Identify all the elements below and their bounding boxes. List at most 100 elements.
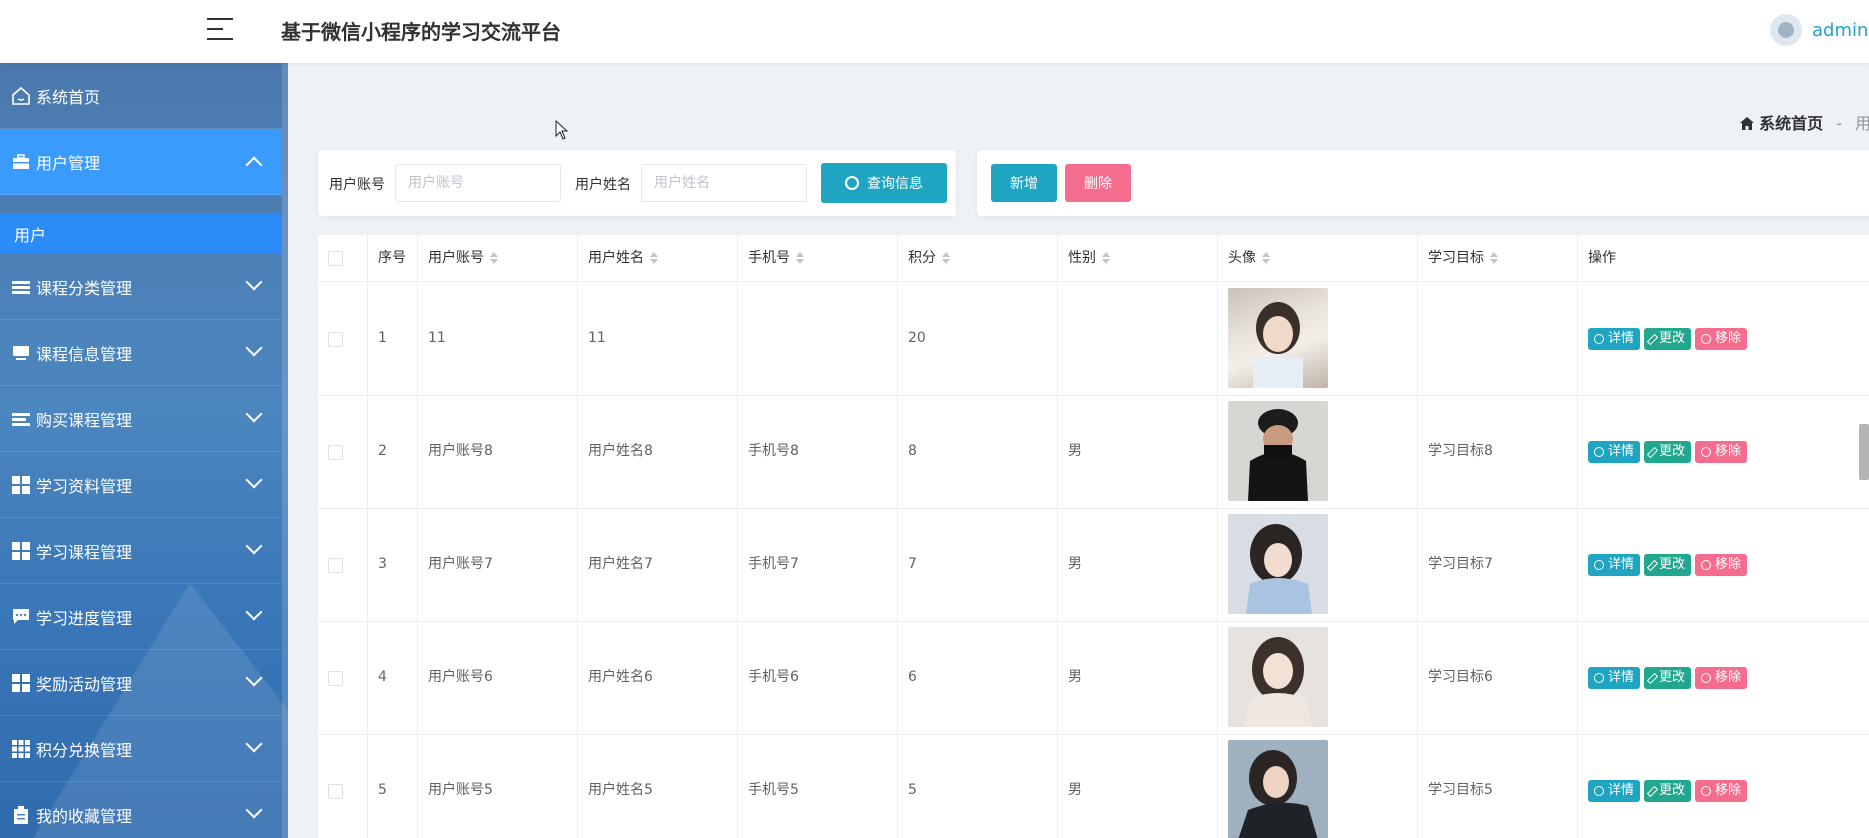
action-panel: 新增 删除 <box>977 150 1869 216</box>
sort-icon[interactable] <box>490 252 498 264</box>
edit-button[interactable]: 更改 <box>1644 780 1692 802</box>
edit-button[interactable]: 更改 <box>1644 667 1692 689</box>
header-points[interactable]: 积分 <box>898 235 1058 281</box>
user-photo[interactable] <box>1228 740 1328 838</box>
cell-gender <box>1058 282 1218 395</box>
sort-icon[interactable] <box>1262 252 1270 264</box>
header-gender[interactable]: 性别 <box>1058 235 1218 281</box>
user-photo[interactable] <box>1228 514 1328 614</box>
user-name[interactable]: admin <box>1812 20 1868 41</box>
menu-toggle-icon[interactable] <box>207 16 233 42</box>
pencil-icon <box>1646 785 1659 797</box>
sidebar-item-study-progress[interactable]: 学习进度管理 <box>0 584 282 650</box>
user-photo[interactable] <box>1228 288 1328 388</box>
sidebar-item-points-exchange[interactable]: 积分兑换管理 <box>0 716 282 782</box>
cell-name: 用户姓名8 <box>578 395 738 508</box>
breadcrumb-home[interactable]: 系统首页 <box>1759 114 1823 133</box>
search-icon <box>1594 560 1604 570</box>
row-checkbox[interactable] <box>328 784 343 799</box>
sidebar-subitem-user[interactable]: 用户 <box>0 214 282 254</box>
chevron-down-icon <box>245 801 263 819</box>
select-all-checkbox[interactable] <box>328 251 343 266</box>
row-actions: 详情 更改 移除 <box>1588 441 1748 463</box>
sort-icon[interactable] <box>1490 252 1498 264</box>
sidebar-item-course-category[interactable]: 课程分类管理 <box>0 254 282 320</box>
query-button[interactable]: 查询信息 <box>821 163 947 203</box>
sidebar-item-home[interactable]: 系统首页 <box>0 63 282 129</box>
user-photo[interactable] <box>1228 401 1328 501</box>
cell-no: 1 <box>368 282 418 395</box>
detail-button[interactable]: 详情 <box>1588 328 1641 350</box>
edit-button[interactable]: 更改 <box>1644 328 1692 350</box>
name-search-input[interactable] <box>641 164 807 202</box>
header-avatar[interactable]: 头像 <box>1218 235 1418 281</box>
table-row: 4 用户账号6 用户姓名6 手机号6 6 男 学习目标6 详情 更改 移除 <box>318 621 1869 735</box>
sidebar-item-reward-activity[interactable]: 奖励活动管理 <box>0 650 282 716</box>
sidebar-item-purchase-course[interactable]: 购买课程管理 <box>0 386 282 452</box>
page-scrollbar[interactable] <box>1859 424 1869 480</box>
user-photo[interactable] <box>1228 627 1328 727</box>
close-circle-icon <box>1701 560 1712 570</box>
sort-icon[interactable] <box>796 252 804 264</box>
select-all-cell <box>318 235 368 281</box>
sort-icon[interactable] <box>1102 252 1110 264</box>
header-label: 手机号 <box>748 250 790 266</box>
sidebar-item-study-course[interactable]: 学习课程管理 <box>0 518 282 584</box>
detail-label: 详情 <box>1608 331 1635 346</box>
sort-icon[interactable] <box>650 252 658 264</box>
chevron-down-icon <box>245 669 263 687</box>
delete-button[interactable]: 删除 <box>1065 164 1131 202</box>
remove-button[interactable]: 移除 <box>1695 328 1748 350</box>
remove-button[interactable]: 移除 <box>1695 441 1748 463</box>
row-checkbox[interactable] <box>328 558 343 573</box>
detail-button[interactable]: 详情 <box>1588 441 1641 463</box>
grid-icon <box>10 474 32 496</box>
sidebar: 系统首页 用户管理 用户 课程分类管理 课程信息管理 购买课程管理 学习资料管理… <box>0 63 288 838</box>
detail-button[interactable]: 详情 <box>1588 667 1641 689</box>
sidebar-item-my-favorites[interactable]: 我的收藏管理 <box>0 782 282 838</box>
search-icon <box>1594 447 1604 457</box>
sort-icon[interactable] <box>942 252 950 264</box>
detail-button[interactable]: 详情 <box>1588 554 1641 576</box>
remove-label: 移除 <box>1715 670 1742 685</box>
sidebar-item-label: 我的收藏管理 <box>36 806 133 826</box>
cell-goal: 学习目标5 <box>1418 734 1578 838</box>
edit-button[interactable]: 更改 <box>1644 441 1692 463</box>
header-phone[interactable]: 手机号 <box>738 235 898 281</box>
row-checkbox[interactable] <box>328 671 343 686</box>
add-button[interactable]: 新增 <box>991 164 1057 202</box>
user-menu[interactable]: admin <box>1770 14 1868 46</box>
chevron-up-icon <box>245 156 263 174</box>
account-search-input[interactable] <box>395 164 561 202</box>
cell-avatar <box>1218 508 1418 621</box>
header-goal[interactable]: 学习目标 <box>1418 235 1578 281</box>
cell-phone: 手机号7 <box>738 508 898 621</box>
row-actions: 详情 更改 移除 <box>1588 780 1748 802</box>
avatar[interactable] <box>1770 14 1802 46</box>
search-icon <box>1594 786 1604 796</box>
cell-gender: 男 <box>1058 621 1218 734</box>
table-row: 2 用户账号8 用户姓名8 手机号8 8 男 学习目标8 详情 更改 移除 <box>318 395 1869 509</box>
cell-avatar <box>1218 734 1418 838</box>
chevron-down-icon <box>245 273 263 291</box>
cell-gender: 男 <box>1058 395 1218 508</box>
detail-button[interactable]: 详情 <box>1588 780 1641 802</box>
header-name[interactable]: 用户姓名 <box>578 235 738 281</box>
close-circle-icon <box>1701 447 1712 457</box>
cell-avatar <box>1218 621 1418 734</box>
header-no: 序号 <box>368 235 418 281</box>
sidebar-item-study-material[interactable]: 学习资料管理 <box>0 452 282 518</box>
remove-button[interactable]: 移除 <box>1695 554 1748 576</box>
remove-button[interactable]: 移除 <box>1695 780 1748 802</box>
cell-phone: 手机号8 <box>738 395 898 508</box>
sidebar-item-course-info[interactable]: 课程信息管理 <box>0 320 282 386</box>
account-label: 用户账号 <box>329 177 385 193</box>
row-checkbox[interactable] <box>328 445 343 460</box>
sidebar-item-user-management[interactable]: 用户管理 <box>0 129 282 195</box>
remove-button[interactable]: 移除 <box>1695 667 1748 689</box>
row-checkbox[interactable] <box>328 332 343 347</box>
sidebar-scrollbar[interactable] <box>282 63 288 838</box>
edit-button[interactable]: 更改 <box>1644 554 1692 576</box>
header-account[interactable]: 用户账号 <box>418 235 578 281</box>
user-table: 序号 用户账号 用户姓名 手机号 积分 性别 头像 学习目标 操作 1 11 1… <box>318 235 1869 838</box>
